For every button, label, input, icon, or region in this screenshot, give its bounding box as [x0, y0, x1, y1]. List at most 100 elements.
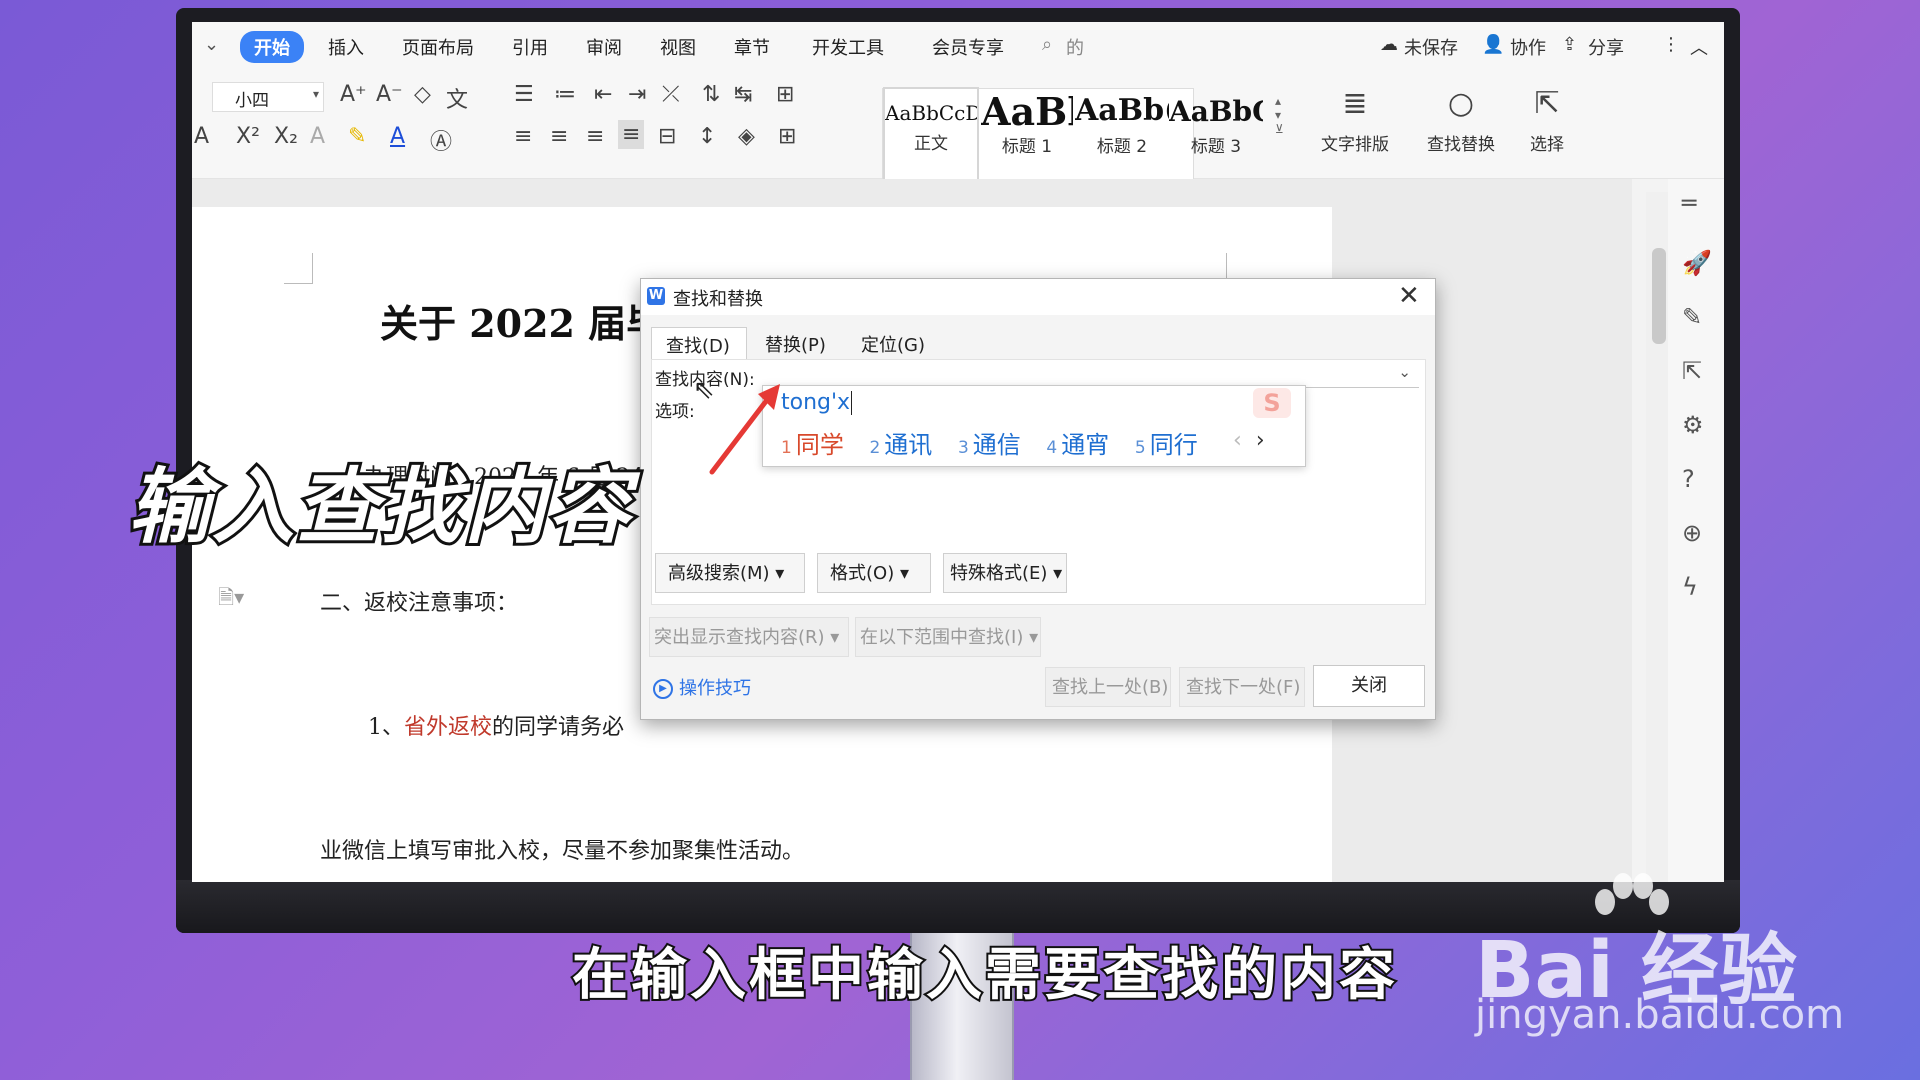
menu-item-start[interactable]: 开始 — [240, 31, 304, 63]
collapse-icon[interactable]: ⌄ — [204, 34, 219, 55]
advanced-search-button[interactable]: 高级搜索(M) ▾ — [655, 553, 805, 593]
para-direction-icon[interactable]: ↹ — [734, 82, 752, 107]
doc-line-3-rest: 的同学请务必 — [492, 715, 625, 740]
pen-icon[interactable]: ✎ — [1682, 303, 1702, 331]
ime-candidate[interactable]: 4 通宵 — [1046, 431, 1109, 459]
menu-item-chapter[interactable]: 章节 — [734, 34, 770, 60]
subscript-icon[interactable]: X₂ — [274, 124, 298, 149]
cursor-icon[interactable]: ⇱ — [1682, 357, 1702, 385]
rocket-icon[interactable]: 🚀 — [1682, 249, 1712, 277]
chevron-left-icon[interactable]: ‹ — [1233, 428, 1242, 453]
style-sample: AaBbCcDd — [885, 101, 977, 125]
align-center-icon[interactable]: ≡ — [550, 124, 568, 149]
find-replace-dialog: W 查找和替换 ✕ 查找(D) 替换(P) 定位(G) 查找内容(N): ⌄ 选… — [640, 278, 1436, 720]
select-button[interactable]: ⇱ 选择 — [1512, 86, 1582, 155]
paragraph-icon[interactable]: 🗎▾ — [218, 583, 244, 617]
options-label: 选项: — [655, 402, 695, 422]
find-prev-button[interactable]: 查找上一处(B) — [1045, 667, 1171, 707]
highlight-button[interactable]: 突出显示查找内容(R) ▾ — [649, 617, 849, 657]
chevron-down-icon: ▾ — [312, 87, 319, 101]
video-subtitle: 在输入框中输入需要查找的内容 — [570, 941, 1398, 1010]
underline-icon[interactable]: A — [194, 124, 209, 149]
advanced-search-label: 高级搜索(M) — [668, 563, 770, 584]
tab-icon[interactable]: ⊞ — [776, 82, 794, 107]
ime-candidate[interactable]: 2 通讯 — [869, 431, 932, 459]
font-shrink-icon[interactable]: A⁻ — [376, 82, 403, 107]
vertical-scrollbar[interactable] — [1646, 192, 1670, 882]
highlight-icon[interactable]: ✎ — [348, 124, 366, 149]
collab-button[interactable]: 协作 — [1510, 34, 1546, 60]
style-heading-1[interactable]: AaBl 标题 1 — [981, 89, 1073, 179]
unsaved-status[interactable]: 未保存 — [1404, 34, 1458, 60]
menu-item-layout[interactable]: 页面布局 — [402, 34, 474, 60]
shading-icon[interactable]: ◈ — [738, 124, 755, 149]
close-icon[interactable]: ✕ — [1398, 281, 1420, 311]
ime-candidate[interactable]: 1 同学 — [781, 431, 844, 459]
share-button[interactable]: 分享 — [1588, 34, 1624, 60]
ime-pager[interactable]: ‹ › — [1233, 428, 1265, 453]
ime-logo-icon: S — [1253, 388, 1291, 418]
close-button[interactable]: 关闭 — [1313, 665, 1425, 707]
sort-icon[interactable]: ⇅ — [702, 82, 720, 107]
chevron-up-icon[interactable]: ︿ — [1690, 34, 1708, 60]
chevron-right-icon[interactable]: › — [1256, 428, 1265, 453]
bullet-list-icon[interactable]: ☰ — [514, 82, 534, 107]
line-spacing-icon[interactable]: ↕ — [698, 124, 716, 149]
scrollbar-thumb[interactable] — [1652, 248, 1666, 344]
more-icon[interactable]: ⋮ — [1662, 34, 1680, 55]
align-left-icon[interactable]: ≡ — [514, 124, 532, 149]
dialog-title: 查找和替换 — [673, 289, 763, 310]
chinese-layout-icon[interactable]: ⤫ — [662, 82, 680, 107]
help-icon[interactable]: ? — [1682, 465, 1695, 493]
magnifier-icon: ○ — [1447, 86, 1475, 121]
outdent-icon[interactable]: ⇤ — [594, 82, 612, 107]
find-next-button[interactable]: 查找下一处(F) — [1179, 667, 1305, 707]
find-in-button[interactable]: 在以下范围中查找(I) ▾ — [855, 617, 1041, 657]
tab-goto[interactable]: 定位(G) — [847, 327, 943, 361]
tips-link[interactable]: ▶ 操作技巧 — [653, 674, 751, 700]
menu-search-hint[interactable]: 的 — [1066, 34, 1084, 60]
text-effect-icon[interactable]: A — [310, 124, 325, 149]
align-right-icon[interactable]: ≡ — [586, 124, 604, 149]
superscript-icon[interactable]: X² — [236, 124, 260, 149]
special-format-button[interactable]: 特殊格式(E) ▾ — [943, 553, 1067, 593]
ime-candidate[interactable]: 5 同行 — [1135, 431, 1198, 459]
find-replace-button[interactable]: ○ 查找替换 — [1416, 86, 1506, 155]
chevron-down-icon[interactable]: ⌄ — [1398, 363, 1411, 381]
sliders-icon[interactable]: ⚙ — [1682, 411, 1704, 439]
search-icon[interactable]: ⌕ — [1042, 34, 1052, 55]
tab-find[interactable]: 查找(D) — [651, 327, 747, 361]
char-border-icon[interactable]: Ⓐ — [430, 124, 452, 156]
menu-bar: ⌄ 开始 插入 页面布局 引用 审阅 视图 章节 开发工具 会员专享 ⌕ 的 ☁… — [192, 22, 1724, 68]
eraser-icon[interactable]: ◇ — [414, 82, 431, 107]
dialog-titlebar[interactable]: W 查找和替换 ✕ — [641, 279, 1435, 315]
indent-icon[interactable]: ⇥ — [628, 82, 646, 107]
menu-item-devtools[interactable]: 开发工具 — [812, 34, 884, 60]
format-label: 格式(O) — [830, 563, 895, 584]
justify-icon[interactable]: ≡ — [618, 120, 645, 149]
format-button[interactable]: 格式(O) ▾ — [817, 553, 931, 593]
phonetic-icon[interactable]: 文 — [446, 82, 468, 114]
style-heading-2[interactable]: AaBb( 标题 2 — [1075, 89, 1169, 179]
text-layout-button[interactable]: ≣ 文字排版 — [1310, 86, 1400, 155]
number-list-icon[interactable]: ≔ — [554, 82, 576, 107]
menu-item-insert[interactable]: 插入 — [328, 34, 364, 60]
menu-item-view[interactable]: 视图 — [660, 34, 696, 60]
font-grow-icon[interactable]: A⁺ — [340, 82, 367, 107]
menu-item-member[interactable]: 会员专享 — [932, 34, 1004, 60]
style-normal[interactable]: AaBbCcDd 正文 — [883, 87, 979, 181]
menu-item-review[interactable]: 审阅 — [586, 34, 622, 60]
menu-item-reference[interactable]: 引用 — [512, 34, 548, 60]
tab-replace[interactable]: 替换(P) — [751, 327, 847, 361]
style-scroll-icon[interactable]: ▴ ▾ ⊻ — [1275, 94, 1284, 136]
style-heading-3[interactable]: AaBbC 标题 3 — [1169, 89, 1263, 179]
store-icon[interactable]: ⊕ — [1682, 519, 1702, 547]
ime-candidate[interactable]: 3 通信 — [958, 431, 1021, 459]
border-icon[interactable]: ⊞ — [778, 124, 796, 149]
font-size-select[interactable]: 小四 ▾ — [212, 82, 324, 112]
sidebar-collapse-icon[interactable]: ═ — [1682, 189, 1696, 217]
distribute-icon[interactable]: ⊟ — [658, 124, 676, 149]
lightning-icon[interactable]: ϟ — [1682, 573, 1698, 601]
font-color-icon[interactable]: A — [390, 124, 405, 149]
find-input[interactable]: ⌄ — [764, 361, 1419, 388]
